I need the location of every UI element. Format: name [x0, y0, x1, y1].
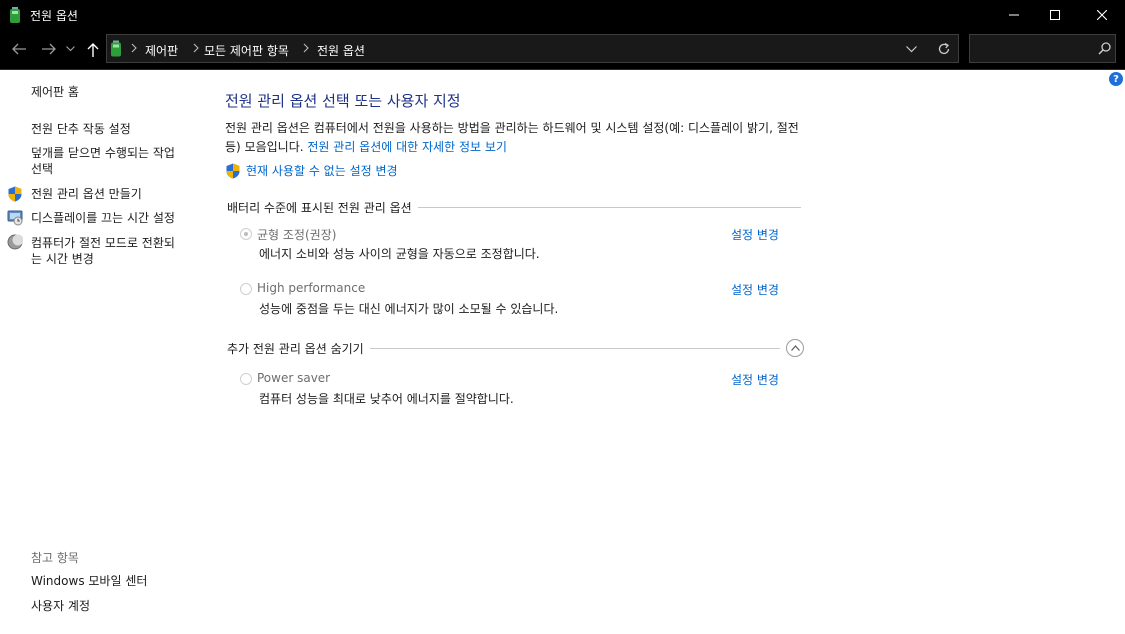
window-title: 전원 옵션 — [30, 9, 78, 23]
back-button[interactable] — [9, 39, 29, 59]
plan-radio-high-performance[interactable] — [240, 283, 252, 295]
chevron-down-icon — [65, 46, 75, 52]
sidebar-item-display-off[interactable]: 디스플레이를 끄는 시간 설정 — [31, 210, 175, 226]
see-also-heading: 참고 항목 — [31, 551, 79, 565]
hidden-plans-section-header[interactable]: 추가 전원 관리 옵션 숨기기 — [227, 340, 780, 356]
arrow-right-icon — [42, 43, 56, 55]
section-divider — [417, 206, 801, 208]
plan-radio-balanced[interactable] — [240, 228, 252, 240]
learn-more-link[interactable]: 전원 관리 옵션에 대한 자세한 정보 보기 — [307, 140, 507, 154]
change-unavailable-settings-link[interactable]: 현재 사용할 수 없는 설정 변경 — [246, 162, 398, 179]
battery-plans-section-header: 배터리 수준에 표시된 전원 관리 옵션 — [227, 199, 801, 215]
section-label: 추가 전원 관리 옵션 숨기기 — [227, 341, 364, 356]
section-label: 배터리 수준에 표시된 전원 관리 옵션 — [227, 200, 412, 215]
breadcrumb-control-panel[interactable]: 제어판 — [145, 42, 178, 59]
title-bar: 전원 옵션 — [0, 0, 1125, 30]
sidebar-item-create-plan[interactable]: 전원 관리 옵션 만들기 — [31, 186, 142, 202]
forward-button[interactable] — [39, 39, 59, 59]
plan-radio-power-saver[interactable] — [240, 373, 252, 385]
control-panel-home-link[interactable]: 제어판 홈 — [31, 84, 79, 100]
breadcrumb-separator-icon — [303, 43, 309, 53]
see-also-user-accounts[interactable]: 사용자 계정 — [31, 598, 90, 614]
sidebar-item-power-button[interactable]: 전원 단추 작동 설정 — [31, 121, 131, 137]
chevron-up-icon — [790, 345, 800, 351]
close-icon — [1097, 10, 1107, 20]
search-icon — [1098, 42, 1111, 55]
navigation-bar: 제어판 모든 제어판 항목 전원 옵션 — [0, 30, 1125, 70]
search-input[interactable] — [969, 34, 1116, 63]
breadcrumb-power-options[interactable]: 전원 옵션 — [317, 42, 365, 59]
address-bar[interactable]: 제어판 모든 제어판 항목 전원 옵션 — [106, 34, 959, 63]
change-unavailable-settings[interactable]: 현재 사용할 수 없는 설정 변경 — [225, 162, 398, 179]
maximize-icon — [1050, 10, 1060, 20]
breadcrumb-all-items[interactable]: 모든 제어판 항목 — [204, 42, 289, 59]
sidebar: 제어판 홈 전원 단추 작동 설정 덮개를 닫으면 수행되는 작업 선택 전원 … — [0, 70, 200, 634]
plan-name: Power saver — [257, 371, 331, 385]
page-description: 전원 관리 옵션은 컴퓨터에서 전원을 사용하는 방법을 관리하는 하드웨어 및… — [225, 119, 805, 157]
plan-name: 균형 조정(권장) — [257, 228, 337, 242]
help-button[interactable]: ? — [1109, 72, 1123, 86]
breadcrumb-separator-icon — [193, 43, 199, 53]
chevron-down-icon[interactable] — [906, 46, 917, 53]
shield-icon — [8, 186, 22, 202]
section-divider — [369, 347, 780, 349]
minimize-icon — [1009, 14, 1019, 16]
help-icon: ? — [1113, 73, 1119, 85]
minimize-button[interactable] — [991, 0, 1037, 30]
change-settings-link-power-saver[interactable]: 설정 변경 — [731, 371, 779, 388]
display-icon — [7, 210, 23, 226]
moon-icon — [7, 234, 23, 250]
see-also-mobility-center[interactable]: Windows 모바일 센터 — [31, 573, 147, 589]
close-button[interactable] — [1079, 0, 1125, 30]
sidebar-item-lid-action[interactable]: 덮개를 닫으면 수행되는 작업 선택 — [31, 145, 175, 177]
plan-description: 에너지 소비와 성능 사이의 균형을 자동으로 조정합니다. — [259, 247, 540, 261]
arrow-up-icon — [87, 42, 99, 57]
arrow-left-icon — [12, 43, 26, 55]
battery-icon — [111, 40, 121, 57]
up-button[interactable] — [83, 39, 103, 59]
refresh-icon[interactable] — [937, 42, 951, 56]
plan-name: High performance — [257, 281, 366, 295]
plan-description: 컴퓨터 성능을 최대로 낮추어 에너지를 절약합니다. — [259, 392, 514, 406]
collapse-button[interactable] — [786, 339, 804, 357]
shield-icon — [226, 163, 240, 178]
sidebar-item-sleep-time[interactable]: 컴퓨터가 절전 모드로 전환되 는 시간 변경 — [31, 235, 175, 267]
breadcrumb-separator-icon — [131, 43, 137, 53]
recent-locations-button[interactable] — [63, 39, 77, 59]
change-settings-link-balanced[interactable]: 설정 변경 — [731, 226, 779, 243]
battery-icon — [10, 7, 20, 23]
change-settings-link-high-performance[interactable]: 설정 변경 — [731, 281, 779, 298]
maximize-button[interactable] — [1032, 0, 1078, 30]
page-title: 전원 관리 옵션 선택 또는 사용자 지정 — [225, 92, 461, 110]
plan-description: 성능에 중점을 두는 대신 에너지가 많이 소모될 수 있습니다. — [259, 302, 559, 316]
